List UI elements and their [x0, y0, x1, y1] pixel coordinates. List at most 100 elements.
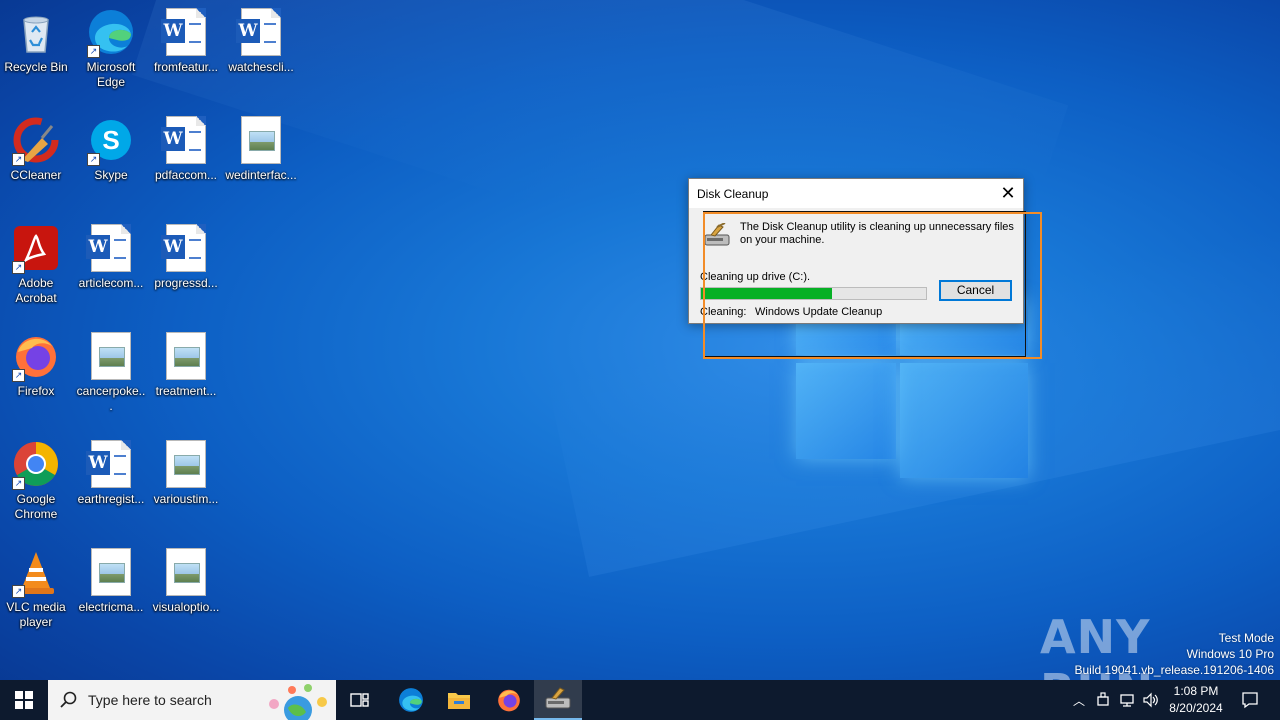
desktop-icon-visualoptio[interactable]: visualoptio...	[150, 540, 222, 615]
cleaning-label: Cleaning:	[700, 306, 747, 318]
watermark-build: Build 19041.vb_release.191206-1406	[1074, 663, 1275, 677]
icon-label: Recycle Bin	[4, 60, 68, 74]
word-document-icon: W	[161, 116, 210, 164]
firefox-icon: ↗	[12, 332, 60, 382]
speaker-icon	[1143, 692, 1158, 708]
image-file-icon	[87, 332, 135, 380]
watermark-edition: Windows 10 Pro	[1186, 647, 1274, 661]
search-highlight-icon	[269, 684, 327, 720]
icon-label: Skype	[94, 168, 128, 182]
dialog-message: The Disk Cleanup utility is cleaning up …	[740, 221, 1014, 246]
ccleaner-icon: ↗	[12, 116, 60, 166]
task-view-button[interactable]	[338, 680, 382, 720]
cancel-button[interactable]: Cancel	[939, 280, 1012, 301]
icon-label: wedinterfac...	[225, 168, 297, 182]
image-file-icon	[237, 116, 285, 164]
desktop-icon-adobe-acrobat[interactable]: ↗ Adobe Acrobat	[0, 216, 72, 306]
icon-label: varioustim...	[153, 492, 219, 506]
dialog-titlebar[interactable]: Disk Cleanup ✕	[689, 179, 1023, 208]
icon-label: cancerpoke...	[76, 384, 146, 413]
taskbar-edge[interactable]	[388, 680, 434, 720]
tray-network-icon[interactable]	[1116, 680, 1138, 720]
desktop-icon-wedinterfac[interactable]: wedinterfac...	[225, 108, 297, 183]
icon-label: visualoptio...	[152, 600, 220, 614]
network-icon	[1120, 694, 1134, 707]
desktop-icon-pdfaccom[interactable]: W pdfaccom...	[150, 108, 222, 183]
windows-build-watermark: Test Mode Windows 10 Pro Build 19041.vb_…	[1075, 630, 1275, 678]
icon-label: earthregist...	[77, 492, 145, 506]
icon-label: Firefox	[17, 384, 55, 398]
desktop-icon-fromfeatur[interactable]: W fromfeatur...	[150, 0, 222, 75]
start-button[interactable]	[0, 680, 48, 720]
tray-device-icon[interactable]	[1092, 680, 1114, 720]
icon-label: watchescli...	[228, 60, 294, 74]
watermark-test-mode: Test Mode	[1218, 631, 1274, 645]
word-document-icon: W	[86, 440, 135, 488]
word-document-icon: W	[161, 224, 210, 272]
icon-label: articlecom...	[78, 276, 144, 290]
vlc-icon: ↗	[12, 548, 60, 598]
taskbar-firefox[interactable]	[486, 680, 532, 720]
image-file-icon	[87, 548, 135, 596]
taskbar-clock[interactable]: 1:08 PM 8/20/2024	[1160, 683, 1232, 717]
icon-label: electricma...	[78, 600, 144, 614]
icon-label: VLC media player	[6, 600, 66, 629]
image-file-icon	[162, 548, 210, 596]
windows-logo-wallpaper	[796, 300, 1028, 478]
progress-fill	[701, 288, 832, 299]
icon-label: progressd...	[154, 276, 218, 290]
desktop-icon-electricma[interactable]: electricma...	[75, 540, 147, 615]
icon-label: Microsoft Edge	[86, 60, 136, 89]
icon-label: Google Chrome	[14, 492, 58, 521]
chevron-up-icon: ︿	[1072, 693, 1085, 708]
cleanup-progress-bar	[700, 287, 927, 300]
skype-icon: S ↗	[87, 116, 135, 166]
desktop-icon-varioustim[interactable]: varioustim...	[150, 432, 222, 507]
desktop-icon-treatment[interactable]: treatment...	[150, 324, 222, 399]
desktop-icon-earthregist[interactable]: W earthregist...	[75, 432, 147, 507]
taskbar-search-box[interactable]: Type here to search	[48, 680, 336, 720]
close-button[interactable]: ✕	[993, 179, 1023, 208]
image-file-icon	[162, 332, 210, 380]
dialog-title: Disk Cleanup	[697, 187, 769, 201]
desktop-icon-articlecom[interactable]: W articlecom...	[75, 216, 147, 291]
desktop-icon-google-chrome[interactable]: ↗ Google Chrome	[0, 432, 72, 522]
desktop-icon-watchescli[interactable]: W watchescli...	[225, 0, 297, 75]
task-view-icon	[350, 693, 369, 707]
folder-icon	[448, 693, 470, 709]
search-placeholder: Type here to search	[88, 692, 212, 708]
desktop-icon-vlc[interactable]: ↗ VLC media player	[0, 540, 72, 630]
action-center-button[interactable]	[1234, 680, 1266, 720]
edge-icon: ↗	[87, 8, 135, 58]
clock-time: 1:08 PM	[1173, 684, 1219, 698]
word-document-icon: W	[161, 8, 210, 56]
image-file-icon	[162, 440, 210, 488]
disk-cleanup-icon	[703, 222, 731, 249]
svg-text:S: S	[102, 125, 119, 155]
desktop-icon-progressd[interactable]: W progressd...	[150, 216, 222, 291]
taskbar-file-explorer[interactable]	[436, 680, 482, 720]
desktop-icon-ccleaner[interactable]: ↗ CCleaner	[0, 108, 72, 183]
icon-label: treatment...	[155, 384, 217, 398]
disk-cleanup-icon	[545, 687, 571, 709]
desktop-icon-recycle-bin[interactable]: Recycle Bin	[0, 0, 72, 75]
tray-volume-icon[interactable]	[1140, 680, 1162, 720]
show-hidden-icons-button[interactable]: ︿	[1068, 680, 1090, 720]
usb-device-icon	[1097, 692, 1109, 706]
edge-icon	[399, 688, 423, 712]
cleaning-value: Windows Update Cleanup	[755, 306, 883, 318]
icon-label: CCleaner	[10, 168, 62, 182]
desktop-icon-microsoft-edge[interactable]: ↗ Microsoft Edge	[75, 0, 147, 90]
desktop-icon-skype[interactable]: S ↗ Skype	[75, 108, 147, 183]
acrobat-icon: ↗	[12, 224, 60, 274]
desktop-icon-cancerpoke[interactable]: cancerpoke...	[75, 324, 147, 414]
firefox-icon	[498, 689, 520, 712]
search-icon	[60, 691, 77, 708]
word-document-icon: W	[236, 8, 285, 56]
icon-label: fromfeatur...	[153, 60, 219, 74]
taskbar-disk-cleanup[interactable]	[534, 680, 582, 720]
notification-icon	[1242, 692, 1258, 709]
desktop-icon-firefox[interactable]: ↗ Firefox	[0, 324, 72, 399]
windows-start-icon	[15, 691, 33, 709]
taskbar: Type here to search ︿ 1:08 PM 8/20/2024	[0, 680, 1280, 720]
